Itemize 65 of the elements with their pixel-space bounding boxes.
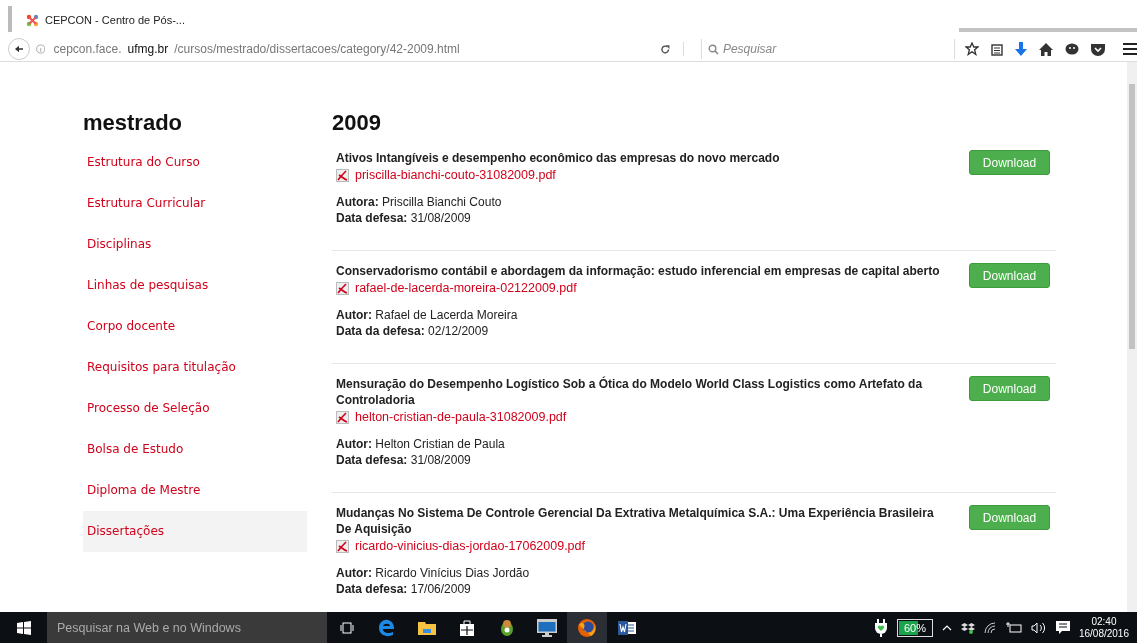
dissertation-title: Ativos Intangíveis e desempenho econômico das empresas do novo mercado [336, 150, 781, 166]
task-view-icon[interactable] [340, 621, 354, 634]
back-arrow-icon [15, 45, 23, 53]
defense-date-text: Data da defesa: 02/12/2009 [336, 323, 490, 339]
joomla-logo-icon [26, 13, 39, 27]
pdf-link[interactable]: ricardo-vinicius-dias-jordao-17062009.pdf [355, 539, 585, 553]
store-bag-icon[interactable] [459, 619, 475, 636]
author-text: Autora: Priscilla Bianchi Couto [336, 194, 503, 210]
dropbox-icon[interactable] [960, 621, 975, 634]
edge-browser-icon[interactable] [378, 618, 396, 637]
home-icon[interactable] [1039, 42, 1053, 56]
wifi-icon[interactable] [983, 621, 997, 634]
speaker-icon[interactable] [1030, 621, 1047, 634]
sidebar-link[interactable]: Linhas de pesquisas [83, 265, 307, 306]
pdf-link[interactable]: helton-cristian-de-paula-31082009.pdf [355, 410, 567, 424]
pocket-icon[interactable] [1091, 42, 1105, 56]
author-text: Autor: Rafael de Lacerda Moreira [336, 307, 519, 323]
clipboard-icon[interactable] [991, 42, 1003, 56]
sidebar-link[interactable]: Corpo docente [83, 306, 307, 347]
search-icon [707, 43, 719, 55]
folder-icon[interactable] [418, 620, 436, 635]
download-icon[interactable] [1015, 42, 1027, 56]
search-field[interactable]: Pesquisar [700, 39, 955, 59]
pdf-link[interactable]: priscilla-bianchi-couto-31082009.pdf [355, 168, 556, 182]
author-text: Autor: Helton Cristian de Paula [336, 436, 506, 452]
pdf-icon [336, 281, 349, 295]
sidebar-link[interactable]: Disciplinas [83, 224, 307, 265]
pdf-icon [336, 410, 349, 424]
clock-date[interactable]: 16/08/2016 [1078, 627, 1129, 640]
sidebar-link[interactable]: Estrutura Curricular [83, 183, 307, 224]
word-document-icon[interactable] [618, 619, 636, 636]
clock-time[interactable]: 02:40 [1091, 615, 1117, 628]
sidebar-link[interactable]: Diploma de Mestre [83, 470, 307, 511]
defense-date-text: Data defesa: 31/08/2009 [336, 452, 472, 468]
sidebar-link[interactable]: Bolsa de Estudo [83, 429, 307, 470]
notifications-icon[interactable] [1055, 621, 1070, 634]
scrollbar[interactable] [1127, 62, 1137, 612]
dissertation-title: Mudanças No Sistema De Controle Gerencial Da Extrativa Metalquímica S.A.: Uma Experiência Brasileira De Aquisição [336, 505, 935, 537]
pdf-link[interactable]: rafael-de-lacerda-moreira-02122009.pdf [355, 281, 577, 295]
pdf-icon [336, 168, 349, 182]
reload-icon[interactable] [660, 43, 671, 55]
taskbar-search-field[interactable]: Pesquisar na Web e no Windows [47, 612, 327, 643]
browser-tab[interactable]: CEPCON - Centro de Pós-... [26, 8, 185, 32]
sidebar-link[interactable]: Estrutura do Curso [83, 142, 307, 183]
bookmark-star-icon[interactable] [965, 42, 979, 56]
author-text: Autor: Ricardo Vinícius Dias Jordão [336, 565, 531, 581]
monitor-icon[interactable] [537, 618, 557, 637]
defense-date-text: Data defesa: 31/08/2009 [336, 210, 472, 226]
dissertation-title: Conservadorismo contábil e abordagem da informação: estudo inferencial em empresas de capital aberto [336, 263, 941, 279]
back-button[interactable] [8, 38, 30, 60]
chevron-up-icon[interactable] [941, 624, 952, 631]
sidebar-title: mestrado [83, 110, 184, 136]
dissertation-title: Mensuração do Desempenho Logístico Sob a Ótica do Modelo World Class Logistics como Artefato da Controladoria [336, 376, 924, 408]
sidebar-link[interactable]: Requisitos para titulação [83, 347, 307, 388]
pdf-icon [336, 539, 349, 553]
windows-logo-icon[interactable] [16, 620, 31, 635]
battery-icon[interactable] [1005, 622, 1022, 633]
sidebar-link[interactable]: Processo de Seleção [83, 388, 307, 429]
menu-icon[interactable] [1123, 43, 1137, 55]
page-title: 2009 [332, 110, 382, 136]
power-plug-icon[interactable] [873, 618, 888, 637]
sidebar-link[interactable]: Dissertações [83, 511, 307, 552]
firefox-icon[interactable] [577, 617, 597, 638]
defense-date-text: Data defesa: 17/06/2009 [336, 581, 472, 597]
chat-icon[interactable] [1065, 42, 1079, 56]
